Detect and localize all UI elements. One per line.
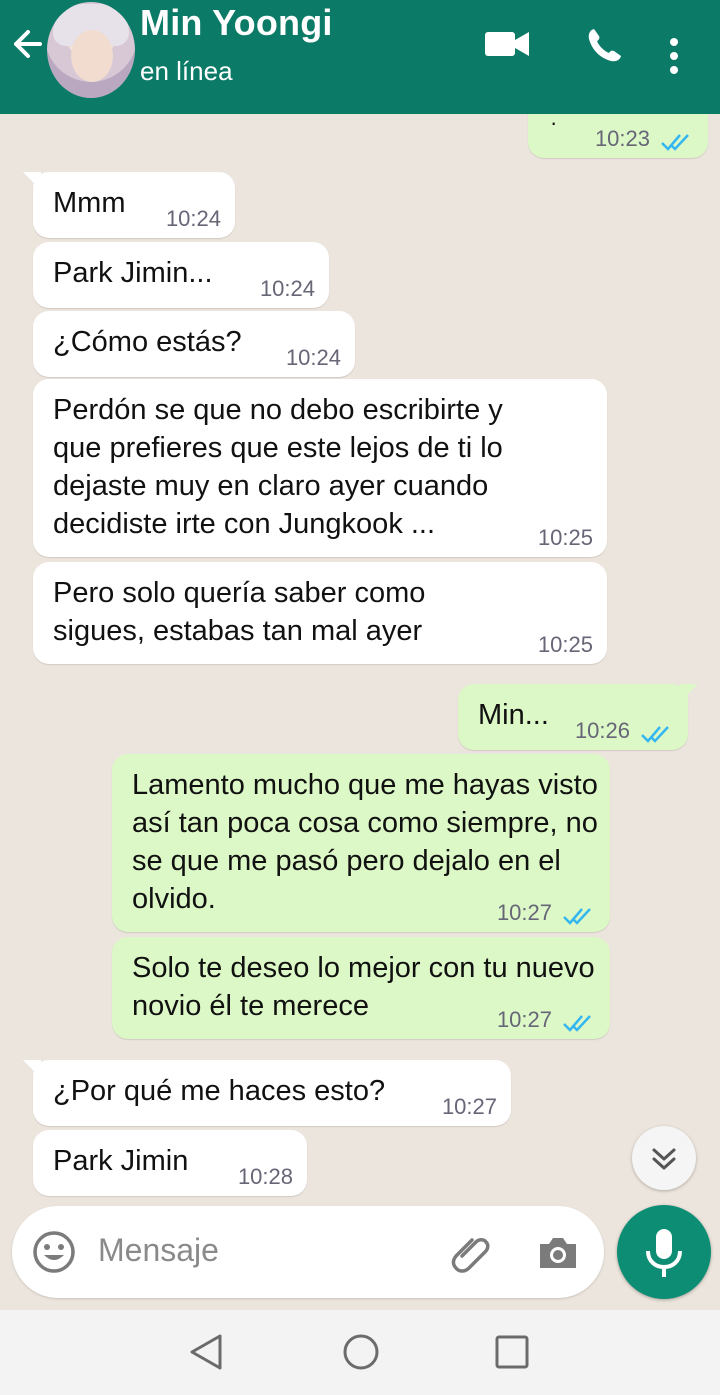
- message-bubble-incoming[interactable]: ¿Cómo estás? 10:24: [33, 311, 355, 377]
- nav-back-icon[interactable]: [188, 1332, 224, 1377]
- message-bubble-outgoing[interactable]: Min... 10:26: [458, 684, 698, 750]
- message-text: Min...: [478, 699, 549, 731]
- message-text: ¿Por qué me haces esto?: [53, 1075, 386, 1107]
- message-text: Perdón se que no debo escribirte y que p…: [53, 394, 503, 540]
- attach-icon[interactable]: [448, 1230, 492, 1279]
- read-ticks-icon: [641, 726, 669, 743]
- message-bubble-incoming[interactable]: Perdón se que no debo escribirte y que p…: [33, 379, 607, 557]
- message-bubble-outgoing[interactable]: Solo te deseo lo mejor con tu nuevo novi…: [112, 937, 610, 1039]
- emoji-icon[interactable]: [32, 1230, 76, 1279]
- message-bubble-incoming[interactable]: Mmm 10:24: [23, 172, 235, 238]
- message-text: Park Jimin: [53, 1145, 189, 1177]
- message-time: 10:24: [165, 206, 221, 231]
- contact-status: en línea: [140, 56, 233, 86]
- double-chevron-down-icon: [652, 1148, 676, 1170]
- read-ticks-icon: [563, 1015, 591, 1032]
- system-navigation-bar: [0, 1310, 720, 1395]
- message-time: 10:25: [537, 525, 593, 550]
- message-bubble-incoming[interactable]: ¿Por qué me haces esto? 10:27: [23, 1060, 511, 1126]
- nav-recents-icon[interactable]: [494, 1332, 530, 1377]
- contact-name[interactable]: Min Yoongi: [140, 2, 333, 44]
- message-time: 10:24: [259, 276, 315, 301]
- message-bubble-incoming[interactable]: Park Jimin 10:28: [33, 1130, 307, 1196]
- message-time: 10:27: [496, 1007, 552, 1032]
- camera-icon[interactable]: [536, 1230, 580, 1279]
- message-time: 10:26: [574, 718, 630, 743]
- message-time: 10:25: [537, 632, 593, 657]
- mic-icon: [646, 1229, 682, 1277]
- message-time: 10:27: [441, 1094, 497, 1119]
- read-ticks-icon: [563, 908, 591, 925]
- scroll-to-bottom-button[interactable]: [632, 1126, 696, 1190]
- message-text: Pero solo quería saber como sigues, esta…: [53, 577, 426, 647]
- message-bubble-outgoing[interactable]: · 10:23: [528, 114, 708, 158]
- video-call-icon[interactable]: [484, 26, 530, 67]
- chat-header: Min Yoongi en línea: [0, 0, 720, 114]
- message-text: Park Jimin...: [53, 257, 213, 289]
- message-bubble-incoming[interactable]: Park Jimin... 10:24: [33, 242, 329, 308]
- message-input[interactable]: Mensaje: [98, 1232, 219, 1269]
- message-time: 10:23: [594, 126, 650, 151]
- chat-area[interactable]: · 10:23 Mmm 10:24 Park Jimin... 10:24 ¿C…: [0, 114, 720, 1310]
- message-text: Lamento mucho que me hayas visto así tan…: [132, 769, 598, 915]
- message-time: 10:24: [285, 345, 341, 370]
- read-ticks-icon: [661, 134, 689, 151]
- message-bubble-outgoing[interactable]: Lamento mucho que me hayas visto así tan…: [112, 754, 610, 932]
- message-text: Mmm: [53, 187, 126, 219]
- back-arrow-icon[interactable]: [8, 24, 48, 64]
- phone-call-icon[interactable]: [584, 26, 624, 71]
- message-text: ·: [550, 114, 558, 135]
- message-time: 10:27: [496, 900, 552, 925]
- message-bubble-incoming[interactable]: Pero solo quería saber como sigues, esta…: [33, 562, 607, 664]
- message-time: 10:28: [237, 1164, 293, 1189]
- nav-home-icon[interactable]: [341, 1332, 381, 1377]
- message-input-bar[interactable]: Mensaje: [12, 1206, 604, 1298]
- avatar[interactable]: [47, 2, 135, 98]
- voice-message-button[interactable]: [617, 1205, 711, 1299]
- message-text: ¿Cómo estás?: [53, 326, 242, 358]
- more-options-icon[interactable]: [668, 38, 680, 83]
